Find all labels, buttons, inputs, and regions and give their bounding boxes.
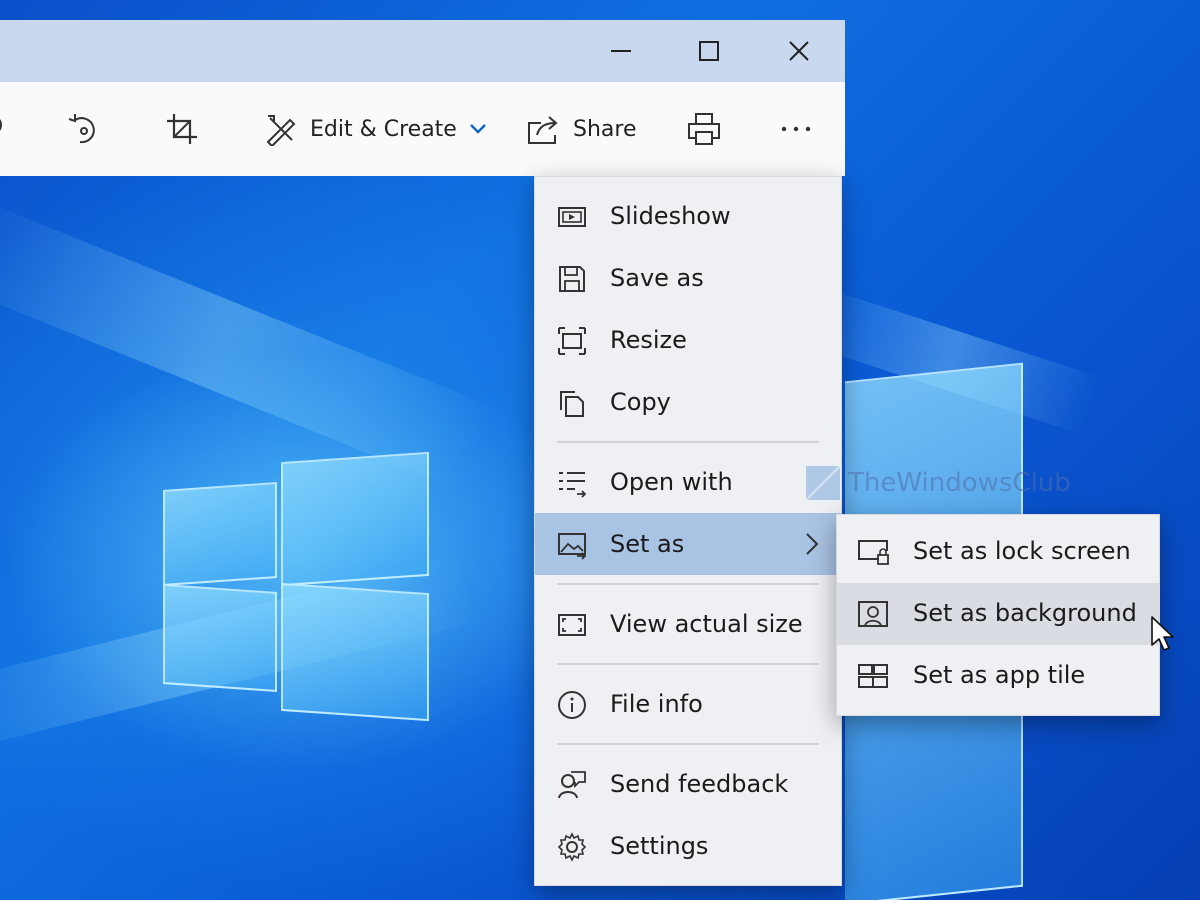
maximize-button[interactable]: [674, 20, 744, 82]
mouse-pointer-icon: [1151, 616, 1174, 651]
crop-button[interactable]: [165, 82, 199, 176]
edit-create-button[interactable]: Edit & Create: [264, 82, 487, 176]
save-icon: [559, 266, 585, 292]
menu-item-label: File info: [610, 690, 703, 718]
set-as-submenu: Set as lock screen Set as background Set…: [836, 514, 1160, 716]
menu-item-resize[interactable]: Resize: [535, 309, 841, 371]
submenu-item-background[interactable]: Set as background: [837, 583, 1159, 645]
lock-screen-icon: [858, 540, 889, 565]
more-options-menu: Slideshow Save as Resize Copy Open with …: [534, 176, 842, 886]
menu-item-label: Settings: [610, 832, 709, 860]
share-button[interactable]: Share: [527, 82, 637, 176]
menu-item-label: Open with: [610, 468, 733, 496]
menu-item-set-as[interactable]: Set as: [535, 513, 841, 575]
background-icon: [858, 601, 888, 627]
close-button[interactable]: [764, 20, 834, 82]
submenu-item-label: Set as background: [913, 599, 1137, 627]
share-label: Share: [573, 116, 637, 142]
watermark: TheWindowsClub: [806, 466, 1071, 500]
edit-create-label: Edit & Create: [310, 116, 457, 142]
menu-item-label: Resize: [610, 326, 687, 354]
submenu-item-lock-screen[interactable]: Set as lock screen: [837, 521, 1159, 583]
toolbar: Edit & Create Share: [0, 82, 845, 176]
rotate-button[interactable]: [66, 82, 102, 176]
resize-icon: [558, 327, 586, 355]
copy-icon: [560, 391, 584, 417]
submenu-item-app-tile[interactable]: Set as app tile: [837, 645, 1159, 707]
menu-separator: [557, 441, 819, 443]
menu-item-open-with[interactable]: Open with: [535, 451, 841, 513]
rotate-icon: [68, 114, 95, 144]
menu-item-settings[interactable]: Settings: [535, 815, 841, 877]
set-as-icon: [558, 533, 587, 560]
menu-item-view-actual-size[interactable]: View actual size: [535, 593, 841, 655]
menu-item-label: View actual size: [610, 610, 803, 638]
feedback-icon: [558, 771, 586, 799]
actual-size-icon: [558, 614, 586, 636]
menu-item-slideshow[interactable]: Slideshow: [535, 185, 841, 247]
menu-separator: [557, 743, 819, 745]
info-icon: [558, 691, 586, 719]
title-bar: [0, 20, 845, 82]
menu-item-save-as[interactable]: Save as: [535, 247, 841, 309]
menu-item-label: Set as: [610, 530, 685, 558]
gear-icon: [557, 832, 587, 862]
maximize-icon: [699, 41, 719, 61]
menu-item-file-info[interactable]: File info: [535, 673, 841, 735]
menu-item-send-feedback[interactable]: Send feedback: [535, 753, 841, 815]
zoom-icon: [0, 119, 2, 131]
submenu-item-label: Set as lock screen: [913, 537, 1131, 565]
more-icon: [781, 126, 811, 132]
menu-item-label: Copy: [610, 388, 671, 416]
watermark-logo-icon: [806, 466, 840, 500]
slideshow-icon: [558, 207, 586, 227]
minimize-icon: [611, 50, 631, 52]
open-with-icon: [559, 472, 587, 498]
print-button[interactable]: [687, 82, 721, 176]
menu-separator: [557, 583, 819, 585]
minimize-button[interactable]: [586, 20, 656, 82]
menu-separator: [557, 663, 819, 665]
app-tile-icon: [858, 664, 888, 688]
chevron-down-icon: [470, 124, 486, 134]
zoom-button[interactable]: [0, 82, 10, 176]
share-icon: [528, 116, 558, 144]
menu-item-label: Slideshow: [610, 202, 731, 230]
submenu-item-label: Set as app tile: [913, 661, 1086, 689]
more-options-button[interactable]: [780, 82, 812, 176]
menu-item-copy[interactable]: Copy: [535, 371, 841, 433]
menu-item-label: Save as: [610, 264, 704, 292]
watermark-text: TheWindowsClub: [848, 468, 1071, 498]
menu-item-label: Send feedback: [610, 770, 789, 798]
crop-icon: [167, 114, 197, 144]
chevron-right-icon: [806, 533, 819, 555]
edit-create-icon: [266, 115, 296, 146]
close-icon: [789, 41, 809, 61]
print-icon: [688, 113, 720, 145]
